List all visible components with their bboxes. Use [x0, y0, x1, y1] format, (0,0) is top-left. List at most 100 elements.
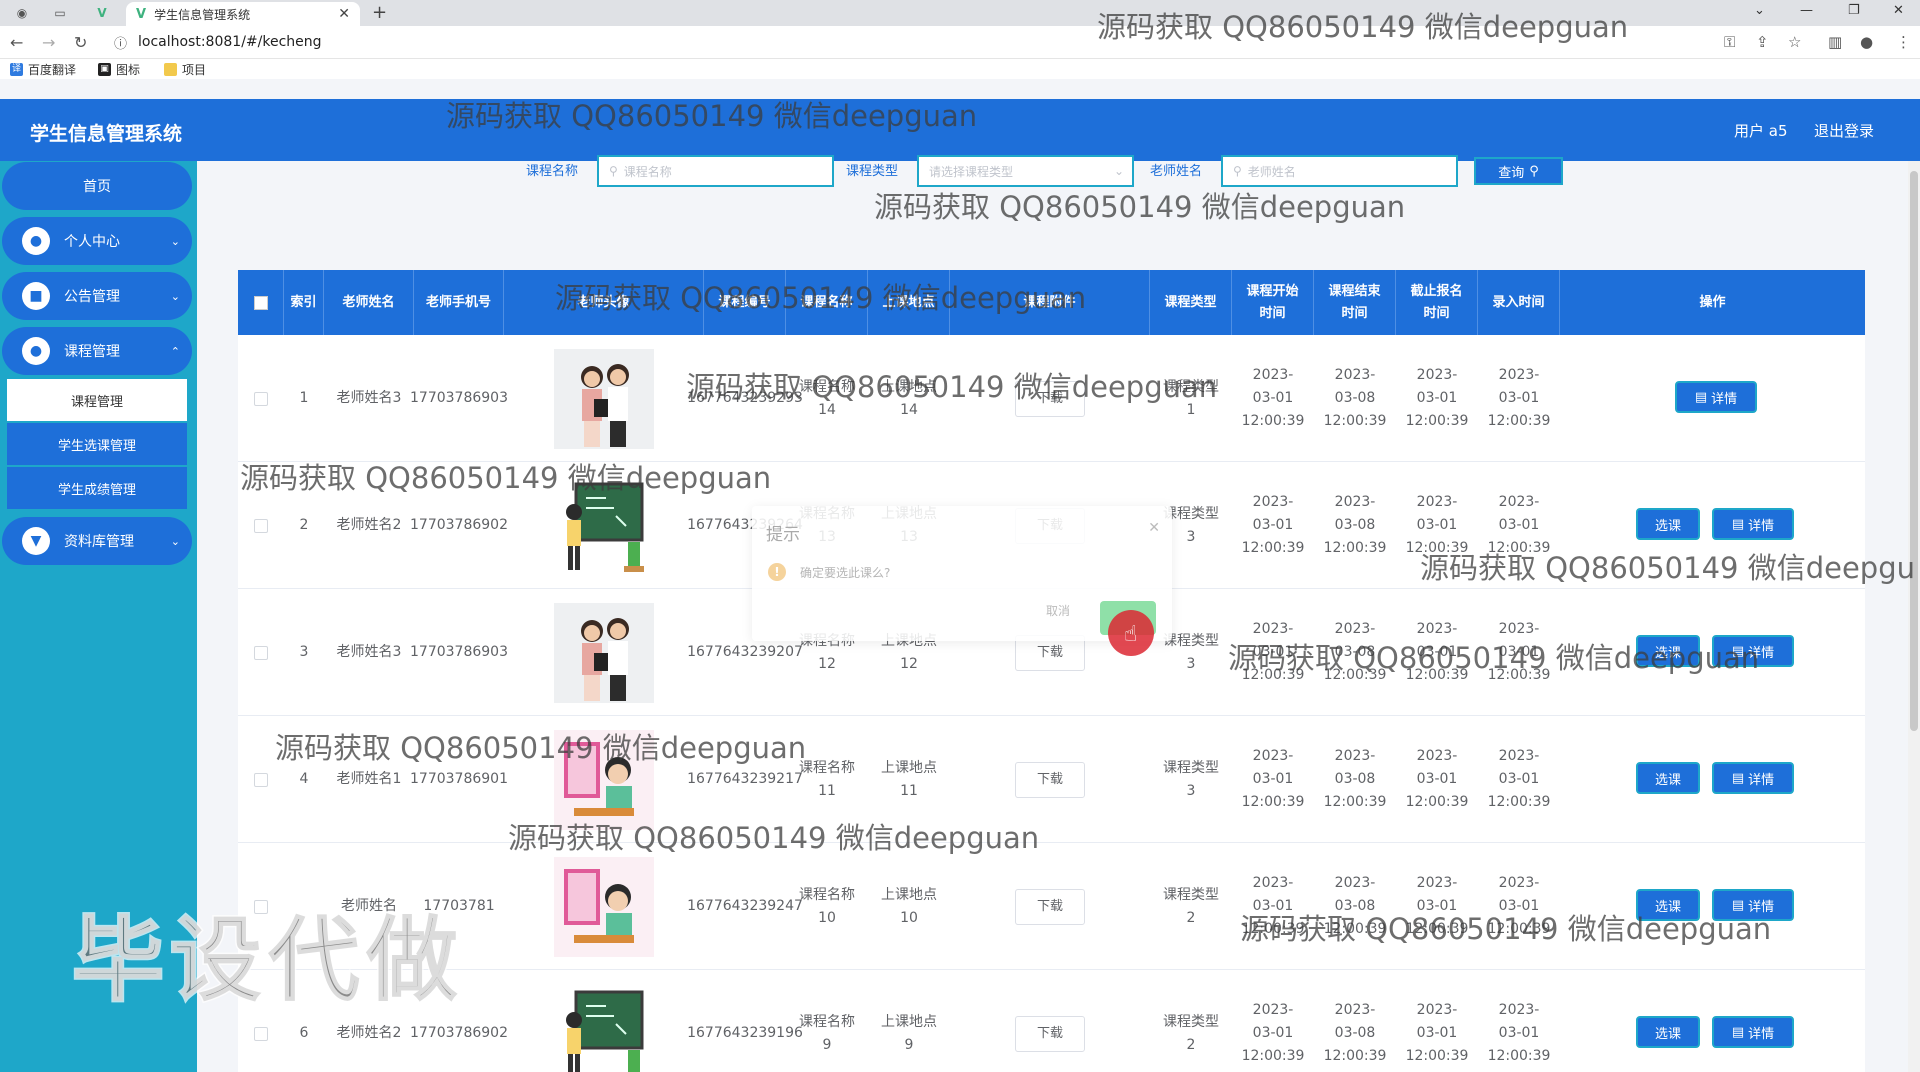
table-cell: 下载	[950, 335, 1150, 462]
select-all-checkbox[interactable]	[253, 295, 268, 310]
cell-code: 1677643239293	[687, 390, 803, 406]
cancel-button[interactable]: 取消	[1046, 602, 1070, 619]
cell-created-time: 2023-03-01 12:00:39	[1487, 367, 1551, 429]
submenu-student-scores[interactable]: 学生成绩管理	[7, 467, 187, 509]
row-checkbox[interactable]	[254, 1026, 268, 1041]
cell-deadline: 2023-03-01 12:00:39	[1405, 494, 1469, 556]
cell-course-name: 课程名称9	[799, 1013, 855, 1053]
submenu-course-management[interactable]: 课程管理	[7, 379, 187, 421]
cell-created-time: 2023-03-01 12:00:39	[1487, 494, 1551, 556]
download-button[interactable]: 下载	[1015, 761, 1085, 798]
chevron-down-icon: ⌄	[170, 534, 180, 548]
chevron-down-icon: ⌄	[170, 289, 180, 303]
details-button[interactable]: ▤ 详情	[1712, 889, 1794, 921]
row-checkbox[interactable]	[254, 391, 268, 406]
sidebar-item-course[interactable]: ● 课程管理 ⌃	[2, 327, 192, 375]
bookmarks-bar: 译百度翻译 ▣ 图标 项目	[0, 59, 1920, 79]
download-button[interactable]: 下载	[1015, 888, 1085, 925]
star-icon[interactable]: ☆	[1788, 33, 1801, 51]
download-button[interactable]: 下载	[1015, 380, 1085, 417]
teacher-avatar	[554, 348, 654, 449]
teacher-avatar	[554, 602, 654, 703]
cell-place: 上课地点14	[881, 378, 937, 418]
close-icon[interactable]: ✕	[338, 6, 350, 22]
vertical-scrollbar[interactable]	[1908, 161, 1920, 1072]
forward-icon[interactable]: →	[42, 33, 55, 52]
cell-end-time: 2023-03-08 12:00:39	[1323, 621, 1387, 683]
back-icon[interactable]: ←	[10, 33, 23, 52]
col-actions: 操作	[1699, 294, 1726, 310]
hand-cursor-icon: ☝	[1124, 622, 1138, 647]
col-place: 上课地点	[868, 270, 950, 335]
warning-icon: !	[768, 563, 786, 581]
vue-logo-icon: V	[136, 6, 147, 22]
profile-icon[interactable]: ●	[1860, 33, 1873, 51]
browser-tab[interactable]: V 学生信息管理系统 ✕	[126, 2, 360, 26]
bookmark-translate[interactable]: 译百度翻译	[10, 61, 76, 78]
bookmark-icons[interactable]: ▣ 图标	[98, 61, 140, 78]
tab-title: 学生信息管理系统	[154, 7, 251, 22]
details-button[interactable]: ▤ 详情	[1712, 635, 1794, 667]
search-icon: ⚲	[1233, 164, 1242, 178]
cell-code: 1677643239247	[687, 898, 803, 914]
course-type-select[interactable]: 请选择课程类型 ⌄	[917, 155, 1134, 187]
sidebar-item-notice[interactable]: ■ 公告管理 ⌄	[2, 272, 192, 320]
select-course-button[interactable]: 选课	[1636, 889, 1700, 921]
pinned-tab-icon[interactable]: ▭	[50, 3, 70, 23]
minimize-icon[interactable]: —	[1800, 3, 1813, 18]
vue-tab-icon[interactable]: V	[92, 3, 112, 23]
teacher-avatar	[554, 983, 654, 1072]
sidebar-item-personal[interactable]: ● 个人中心 ⌄	[2, 217, 192, 265]
cell-start-time: 2023-03-01 12:00:39	[1241, 367, 1305, 429]
col-index: 索引	[284, 270, 324, 335]
watermark: 源码获取 QQ86050149 微信deepguan	[874, 190, 1406, 224]
details-button[interactable]: ▤ 详情	[1712, 1016, 1794, 1048]
key-icon[interactable]: ⚿	[1724, 33, 1735, 51]
details-button[interactable]: ▤ 详情	[1712, 762, 1794, 794]
cell-start-time: 2023-03-01 12:00:39	[1241, 875, 1305, 937]
submenu-student-selection[interactable]: 学生选课管理	[7, 423, 187, 465]
col-type: 课程类型	[1150, 270, 1232, 335]
side-panel-icon[interactable]: ▥	[1828, 33, 1842, 51]
browser-menu-icon[interactable]: ◉	[12, 3, 32, 23]
sidebar-item-library[interactable]: ▼ 资料库管理 ⌄	[2, 517, 192, 565]
details-button[interactable]: ▤ 详情	[1675, 381, 1757, 413]
query-button[interactable]: 查询 ⚲	[1474, 157, 1563, 185]
cell-end-time: 2023-03-08 12:00:39	[1323, 748, 1387, 810]
new-tab-icon[interactable]: +	[372, 2, 387, 23]
cell-end-time: 2023-03-08 12:00:39	[1323, 494, 1387, 556]
app-title: 学生信息管理系统	[30, 123, 183, 145]
url-field[interactable]: localhost:8081/#/kecheng	[138, 34, 322, 50]
close-icon[interactable]: ✕	[1148, 520, 1160, 536]
select-all-cell[interactable]	[238, 270, 284, 335]
more-icon[interactable]: ⋮	[1896, 33, 1911, 51]
logout-link[interactable]: 退出登录	[1814, 120, 1874, 141]
cell-type: 课程类型2	[1163, 886, 1219, 926]
row-checkbox[interactable]	[254, 645, 268, 660]
cell-code: 1677643239217	[687, 771, 803, 787]
restore-icon[interactable]: ❐	[1848, 3, 1860, 18]
table-cell	[238, 716, 284, 843]
sidebar-item-home[interactable]: 首页	[2, 162, 192, 210]
cell-created-time: 2023-03-01 12:00:39	[1487, 621, 1551, 683]
row-checkbox[interactable]	[254, 518, 268, 533]
share-icon[interactable]: ⇪	[1756, 33, 1769, 51]
col-attachment: 课程附件	[950, 270, 1150, 335]
select-course-button[interactable]: 选课	[1636, 635, 1700, 667]
row-checkbox[interactable]	[254, 772, 268, 787]
select-course-button[interactable]: 选课	[1636, 1016, 1700, 1048]
teacher-name-input[interactable]: ⚲ 老师姓名	[1221, 155, 1458, 187]
scrollbar-thumb[interactable]	[1910, 171, 1918, 731]
reload-icon[interactable]: ↻	[74, 33, 87, 52]
details-button[interactable]: ▤ 详情	[1712, 508, 1794, 540]
info-icon[interactable]: ⓘ	[114, 33, 127, 52]
chevron-down-icon[interactable]: ⌄	[1754, 3, 1765, 18]
select-course-button[interactable]: 选课	[1636, 508, 1700, 540]
select-course-button[interactable]: 选课	[1636, 762, 1700, 794]
window-close-icon[interactable]: ✕	[1893, 3, 1904, 18]
cell-course-name: 课程名称11	[799, 759, 855, 799]
download-button[interactable]: 下载	[1015, 1015, 1085, 1052]
bookmark-project[interactable]: 项目	[164, 61, 206, 78]
course-name-input[interactable]: ⚲ 课程名称	[597, 155, 834, 187]
cell-deadline: 2023-03-01 12:00:39	[1405, 748, 1469, 810]
